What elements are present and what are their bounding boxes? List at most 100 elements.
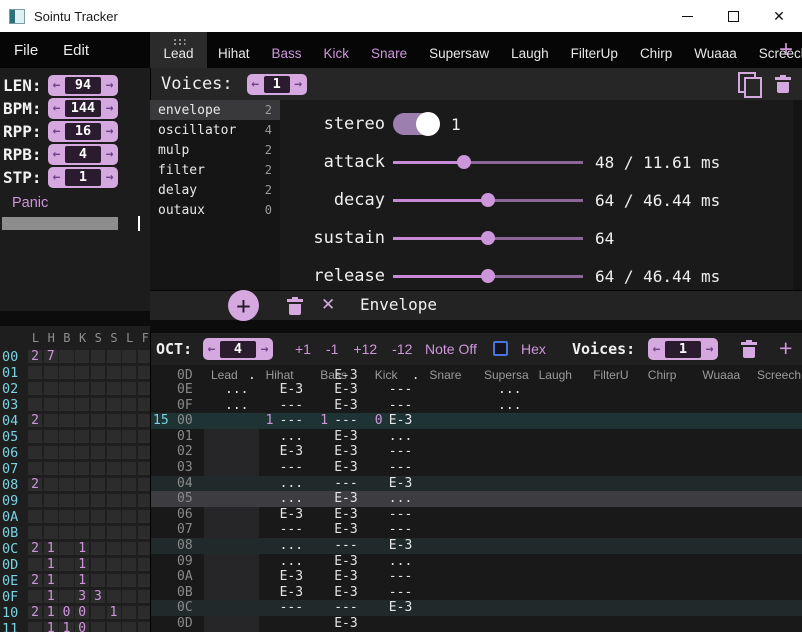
order-cell[interactable] — [59, 350, 73, 363]
order-cell[interactable] — [59, 446, 73, 459]
order-cell[interactable] — [91, 462, 105, 475]
order-cell[interactable] — [75, 446, 89, 459]
note-cell[interactable]: ... — [389, 429, 412, 445]
note-cell[interactable]: --- — [280, 522, 303, 538]
note-cell[interactable]: --- — [280, 398, 303, 414]
order-cell[interactable] — [59, 382, 73, 395]
order-cell[interactable] — [122, 494, 136, 507]
order-cell[interactable] — [28, 558, 42, 571]
order-cell[interactable] — [107, 542, 121, 555]
track-voices-increment-arrow[interactable]: → — [701, 342, 718, 357]
order-cell[interactable] — [59, 494, 73, 507]
order-cell[interactable] — [138, 382, 150, 395]
tab-supersaw[interactable]: Supersaw — [418, 32, 500, 68]
stereo-toggle[interactable] — [393, 113, 439, 135]
order-cell[interactable] — [122, 430, 136, 443]
tab-wuaaa[interactable]: Wuaaa — [683, 32, 748, 68]
note-cell[interactable]: --- — [334, 538, 357, 554]
order-cell[interactable] — [59, 478, 73, 491]
order-cell[interactable] — [138, 398, 150, 411]
order-cell[interactable] — [91, 414, 105, 427]
tab-screech[interactable]: Screech — [748, 32, 802, 68]
note-cell[interactable]: E-3 — [280, 569, 303, 585]
minimize-button[interactable] — [664, 0, 710, 32]
order-cell[interactable] — [122, 398, 136, 411]
note-cell[interactable]: ... — [280, 476, 303, 492]
order-cell[interactable] — [138, 510, 150, 523]
copy-instrument-icon[interactable] — [737, 72, 761, 96]
order-cell[interactable] — [91, 510, 105, 523]
maximize-button[interactable] — [710, 0, 756, 32]
order-cell[interactable] — [122, 542, 136, 555]
bpm-increment-arrow[interactable]: → — [101, 101, 118, 116]
note-cell[interactable]: --- — [389, 382, 412, 398]
note-cell[interactable]: E-3 — [334, 491, 357, 507]
note-cell[interactable]: E-3 — [334, 522, 357, 538]
unit-row-filter[interactable]: filter2 — [150, 160, 280, 180]
note-cell[interactable]: ... — [498, 398, 521, 414]
order-cell[interactable] — [91, 478, 105, 491]
hex-checkbox[interactable] — [493, 341, 508, 356]
close-button[interactable]: ✕ — [756, 0, 802, 32]
order-cell[interactable] — [75, 526, 89, 539]
instrument-voices-increment-arrow[interactable]: → — [290, 77, 307, 92]
order-cell[interactable] — [28, 510, 42, 523]
note-cell[interactable]: --- — [389, 398, 412, 414]
unit-row-envelope[interactable]: envelope2 — [150, 100, 280, 120]
order-cell[interactable] — [122, 590, 136, 603]
panic-button[interactable]: Panic — [12, 195, 48, 211]
order-cell[interactable] — [28, 494, 42, 507]
unit-row-mulp[interactable]: mulp2 — [150, 140, 280, 160]
order-cell[interactable] — [44, 366, 58, 379]
tab-snare[interactable]: Snare — [360, 32, 418, 68]
order-cell[interactable] — [59, 558, 73, 571]
track-voices-decrement-arrow[interactable]: ← — [648, 342, 665, 357]
order-cell[interactable] — [44, 430, 58, 443]
order-cell[interactable] — [107, 574, 121, 587]
order-cell[interactable] — [59, 510, 73, 523]
order-cell[interactable] — [28, 526, 42, 539]
order-cell[interactable] — [91, 606, 105, 619]
order-cell[interactable] — [28, 382, 42, 395]
sustain-slider[interactable] — [393, 230, 583, 246]
note-cell[interactable]: ... — [389, 491, 412, 507]
order-cell[interactable] — [44, 462, 58, 475]
menu-file[interactable]: File — [14, 42, 38, 59]
note-cell[interactable]: --- — [389, 522, 412, 538]
order-cell[interactable] — [75, 462, 89, 475]
note-cell[interactable]: ... — [225, 382, 248, 398]
order-cell[interactable] — [28, 398, 42, 411]
order-cell[interactable] — [91, 574, 105, 587]
note-cell[interactable]: --- — [389, 585, 412, 601]
note-cell[interactable]: --- — [280, 600, 303, 616]
order-cell[interactable] — [75, 414, 89, 427]
note-cell[interactable]: E-3 — [334, 460, 357, 476]
order-cell[interactable] — [75, 350, 89, 363]
order-cell[interactable] — [75, 366, 89, 379]
order-cell[interactable] — [122, 526, 136, 539]
note-cell[interactable]: --- — [389, 569, 412, 585]
note-cell[interactable]: E-3 — [334, 382, 357, 398]
transpose-plus1[interactable]: +1 — [295, 341, 311, 357]
order-cell[interactable] — [107, 398, 121, 411]
note-cell[interactable]: --- — [389, 507, 412, 523]
order-cell[interactable] — [44, 414, 58, 427]
order-cell[interactable] — [122, 382, 136, 395]
add-unit-button[interactable]: + — [228, 290, 259, 321]
unit-scrollbar[interactable] — [793, 100, 802, 320]
order-cell[interactable] — [107, 478, 121, 491]
note-cell[interactable]: ... — [280, 429, 303, 445]
order-cell[interactable] — [91, 494, 105, 507]
order-cell[interactable] — [107, 462, 121, 475]
order-cell[interactable] — [44, 494, 58, 507]
order-cell[interactable] — [107, 590, 121, 603]
order-cell[interactable] — [138, 622, 150, 632]
order-cell[interactable] — [75, 494, 89, 507]
order-cell[interactable] — [138, 462, 150, 475]
order-cell[interactable] — [28, 462, 42, 475]
order-cell[interactable] — [107, 558, 121, 571]
order-cell[interactable] — [122, 366, 136, 379]
note-cell[interactable]: E-3 — [334, 429, 357, 445]
tab-filterup[interactable]: FilterUp — [560, 32, 629, 68]
order-cell[interactable] — [91, 430, 105, 443]
